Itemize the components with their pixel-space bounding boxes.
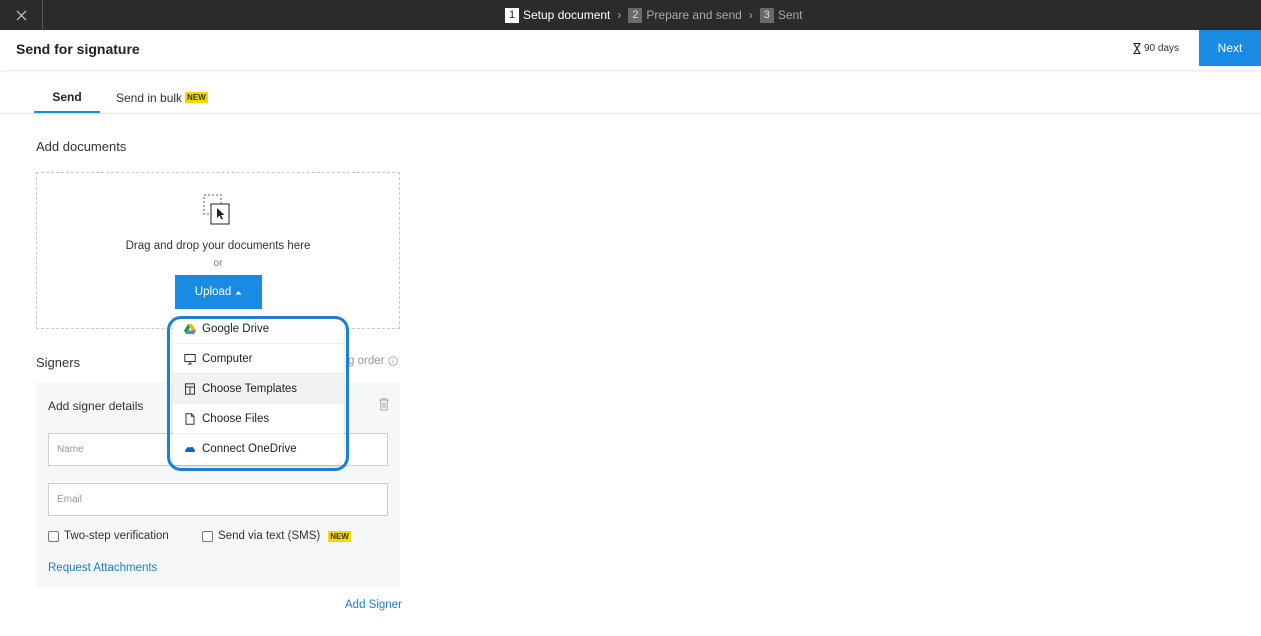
signing-order-label: g order bbox=[348, 355, 385, 367]
chevron-right-icon: › bbox=[617, 8, 622, 22]
tab-send[interactable]: Send bbox=[34, 82, 100, 113]
chevron-right-icon: › bbox=[748, 8, 753, 22]
document-dropzone[interactable]: Drag and drop your documents here or Upl… bbox=[36, 172, 400, 329]
step-number: 3 bbox=[759, 7, 774, 23]
step-sent: 3 Sent bbox=[759, 7, 803, 23]
google-drive-icon bbox=[184, 323, 196, 334]
trash-icon[interactable] bbox=[378, 397, 390, 411]
checkbox[interactable] bbox=[202, 530, 213, 542]
menu-item-choose-files[interactable]: Choose Files bbox=[173, 404, 344, 434]
menu-item-label: Google Drive bbox=[202, 322, 270, 335]
page-title: Send for signature bbox=[16, 41, 140, 57]
step-label: Prepare and send bbox=[646, 8, 742, 22]
tab-send-in-bulk[interactable]: Send in bulk NEW bbox=[116, 82, 208, 113]
info-icon bbox=[388, 356, 399, 366]
menu-item-choose-templates[interactable]: Choose Templates bbox=[173, 374, 344, 404]
upload-label: Upload bbox=[194, 286, 232, 298]
step-number: 1 bbox=[505, 7, 519, 23]
progress-steps: 1 Setup document › 2 Prepare and send › … bbox=[505, 0, 803, 30]
onedrive-icon bbox=[185, 446, 196, 452]
signers-title: Signers bbox=[36, 355, 81, 370]
add-signer-link[interactable]: Add Signer bbox=[345, 599, 402, 611]
sms-label: Send via text (SMS) bbox=[218, 530, 321, 542]
new-badge: NEW bbox=[328, 530, 351, 542]
template-icon bbox=[185, 382, 195, 395]
signing-order-toggle[interactable]: g order bbox=[348, 355, 399, 367]
menu-item-connect-onedrive[interactable]: Connect OneDrive bbox=[173, 434, 344, 464]
expiry-indicator[interactable]: 90 days bbox=[1133, 43, 1179, 54]
menu-item-google-drive[interactable]: Google Drive bbox=[173, 314, 344, 344]
step-label: Sent bbox=[777, 8, 803, 22]
dropzone-or: or bbox=[213, 258, 223, 269]
close-button[interactable] bbox=[0, 0, 43, 30]
dropzone-text: Drag and drop your documents here bbox=[125, 240, 311, 252]
menu-item-label: Choose Templates bbox=[202, 382, 298, 395]
tab-bar: Send Send in bulk NEW bbox=[0, 82, 1261, 114]
step-prepare: 2 Prepare and send bbox=[628, 7, 742, 23]
page-header: Send for signature 90 days Next bbox=[0, 30, 1261, 70]
checkbox[interactable] bbox=[48, 530, 59, 542]
tab-label: Send in bulk bbox=[116, 90, 183, 105]
caret-up-icon bbox=[235, 290, 242, 294]
file-icon bbox=[185, 412, 195, 425]
request-attachments-link[interactable]: Request Attachments bbox=[48, 562, 157, 574]
upload-button[interactable]: Upload bbox=[175, 275, 262, 309]
step-number: 2 bbox=[628, 7, 643, 23]
menu-item-label: Choose Files bbox=[202, 412, 270, 425]
menu-item-computer[interactable]: Computer bbox=[173, 344, 344, 374]
upload-menu: Google Drive Computer Choose Templates C… bbox=[173, 314, 344, 465]
step-setup: 1 Setup document bbox=[505, 7, 611, 23]
email-field[interactable]: Email bbox=[48, 483, 388, 516]
add-documents-title: Add documents bbox=[36, 139, 127, 154]
menu-item-label: Computer bbox=[202, 352, 253, 365]
tab-label: Send bbox=[52, 89, 82, 104]
top-bar: 1 Setup document › 2 Prepare and send › … bbox=[0, 0, 1261, 30]
sms-checkbox[interactable]: Send via text (SMS) NEW bbox=[202, 530, 351, 542]
name-placeholder: Name bbox=[57, 444, 84, 455]
two-step-label: Two-step verification bbox=[64, 530, 169, 542]
next-button[interactable]: Next bbox=[1199, 30, 1261, 66]
monitor-icon bbox=[184, 353, 196, 364]
signer-card-title: Add signer details bbox=[48, 399, 144, 413]
two-step-verification-checkbox[interactable]: Two-step verification bbox=[48, 530, 169, 542]
new-badge: NEW bbox=[185, 92, 208, 103]
step-label: Setup document bbox=[523, 8, 611, 22]
expiry-days: 90 days bbox=[1144, 43, 1180, 54]
email-placeholder: Email bbox=[57, 494, 83, 505]
hourglass-icon bbox=[1133, 43, 1141, 54]
menu-item-label: Connect OneDrive bbox=[202, 443, 297, 455]
close-icon bbox=[16, 10, 26, 20]
drag-drop-icon bbox=[203, 194, 230, 225]
